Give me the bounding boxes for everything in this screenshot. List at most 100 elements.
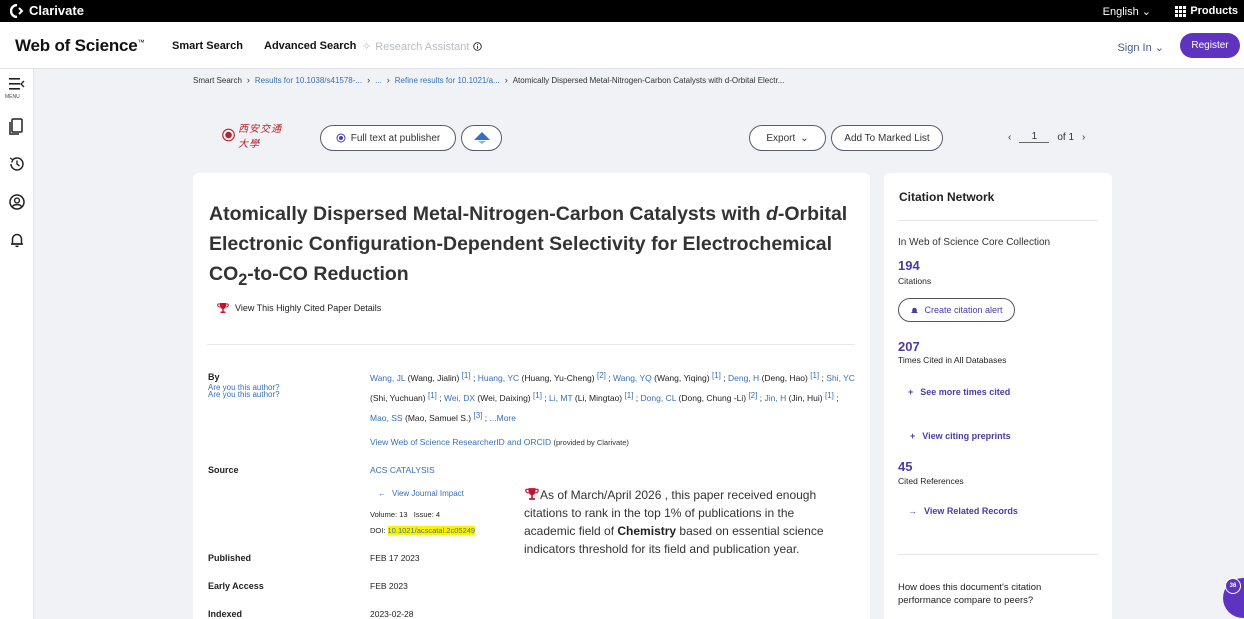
related-records-label: View Related Records xyxy=(924,506,1018,516)
history-icon[interactable] xyxy=(8,155,26,173)
chevron-left-icon[interactable]: ‹ xyxy=(1008,132,1011,143)
author-full-name: (Wang, Yiqing) xyxy=(654,373,710,383)
breadcrumb-collapsed[interactable]: ... xyxy=(375,76,382,85)
arrow-right-icon: → xyxy=(908,506,917,516)
products-menu[interactable]: Products xyxy=(1175,5,1238,17)
affiliation-ref[interactable]: [2] xyxy=(597,371,606,380)
research-assistant-label: Research Assistant xyxy=(375,40,470,53)
sign-in-menu[interactable]: Sign In ⌄ xyxy=(1117,41,1164,54)
clarivate-logo-icon xyxy=(10,3,24,18)
marked-list-icon[interactable] xyxy=(8,117,26,135)
doi-link[interactable]: 10.1021/acscatal.2c05249 xyxy=(387,526,476,535)
core-collection-label: In Web of Science Core Collection xyxy=(898,237,1051,248)
author-link[interactable]: Huang, YC xyxy=(478,373,519,383)
author-entry: Wang, JL (Wang, Jialin) [1] ; xyxy=(370,371,475,383)
author-link[interactable]: Wei, DX xyxy=(444,393,475,403)
citation-network-title: Citation Network xyxy=(899,190,995,204)
indexed-value: 2023-02-28 xyxy=(370,609,414,619)
volume-value: Volume: 13 xyxy=(370,510,408,519)
chevron-right-icon: › xyxy=(367,75,371,85)
author-link[interactable]: Wang, JL xyxy=(370,373,405,383)
profile-icon[interactable] xyxy=(8,193,26,211)
citations-count[interactable]: 194 xyxy=(898,258,920,273)
full-text-button[interactable]: Full text at publisher xyxy=(320,125,456,151)
bell-icon xyxy=(911,307,918,313)
researcher-id-link[interactable]: View Web of Science ResearcherID and ORC… xyxy=(370,437,551,447)
sparkle-icon: ✧ xyxy=(362,41,372,53)
author-full-name: (Jin, Hui) xyxy=(788,393,823,403)
researcher-id-line: View Web of Science ResearcherID and ORC… xyxy=(370,437,629,447)
affiliation-ref[interactable]: [3] xyxy=(474,411,483,420)
author-full-name: (Deng, Hao) xyxy=(761,373,808,383)
main-nav: Web of Science™ Smart Search Advanced Se… xyxy=(0,22,1244,69)
add-to-marked-list-button[interactable]: Add To Marked List xyxy=(831,125,943,151)
view-citing-preprints-link[interactable]: + View citing preprints xyxy=(910,431,1011,441)
notifications-bell-icon[interactable] xyxy=(8,231,26,249)
view-journal-impact-link[interactable]: ← View Journal Impact xyxy=(378,489,464,498)
chevron-right-icon: › xyxy=(504,75,508,85)
author-entry: Wei, DX (Wei, Daixing) [1] ; xyxy=(444,391,547,403)
research-assistant-link[interactable]: ✧ Research Assistant xyxy=(362,40,483,53)
author-entry: Huang, YC (Huang, Yu-Cheng) [2] ; xyxy=(478,371,611,383)
author-full-name: (Dong, Chung -Li) xyxy=(678,393,747,403)
title-subscript: 2 xyxy=(238,270,248,289)
author-separator: ; xyxy=(439,393,442,403)
title-d-orbital: d xyxy=(765,203,778,225)
breadcrumb-refine-results[interactable]: Refine results for 10.1021/a... xyxy=(395,76,500,85)
clarivate-brand[interactable]: Clarivate xyxy=(10,3,84,18)
published-label: Published xyxy=(208,553,252,563)
menu-icon[interactable] xyxy=(8,75,26,93)
record-title: Atomically Dispersed Metal-Nitrogen-Carb… xyxy=(209,199,859,295)
affiliation-ref[interactable]: [1] xyxy=(462,371,471,380)
page-of-label: of 1 xyxy=(1057,131,1075,143)
are-you-author-link[interactable]: Are you this author? xyxy=(208,391,280,399)
author-entry: Jin, H (Jin, Hui) [1] ; xyxy=(764,391,838,403)
affiliation-ref[interactable]: [1] xyxy=(533,391,542,400)
chevron-down-icon: ⌄ xyxy=(1141,6,1151,18)
upload-arrow-icon xyxy=(473,132,490,144)
highly-cited-link[interactable]: View This Highly Cited Paper Details xyxy=(217,302,381,314)
times-cited-count[interactable]: 207 xyxy=(898,339,920,354)
breadcrumb-results[interactable]: Results for 10.1038/s41578-... xyxy=(255,76,362,85)
see-more-times-cited-link[interactable]: + See more times cited xyxy=(908,387,1010,397)
author-link[interactable]: Deng, H xyxy=(728,373,759,383)
affiliation-ref[interactable]: [1] xyxy=(625,391,634,400)
affiliation-ref[interactable]: [1] xyxy=(825,391,834,400)
breadcrumb-smart-search[interactable]: Smart Search xyxy=(193,76,242,85)
more-authors-link[interactable]: ...More xyxy=(490,413,516,423)
affiliation-ref[interactable]: [1] xyxy=(428,391,437,400)
affiliation-ref[interactable]: [1] xyxy=(810,371,819,380)
affiliation-ref[interactable]: [1] xyxy=(712,371,721,380)
grid-icon xyxy=(1175,5,1187,17)
author-link[interactable]: Mao, SS xyxy=(370,413,403,423)
doi-line: DOI: 10.1021/acscatal.2c05249 xyxy=(370,526,476,535)
export-button[interactable]: Export ⌄ xyxy=(749,125,826,151)
register-button[interactable]: Register xyxy=(1180,33,1240,58)
author-link[interactable]: Wang, YQ xyxy=(613,373,652,383)
author-full-name: (Wei, Daixing) xyxy=(477,393,531,403)
chevron-down-icon: ⌄ xyxy=(1154,42,1164,54)
author-link[interactable]: Li, MT xyxy=(549,393,572,403)
page-input[interactable]: 1 xyxy=(1019,131,1050,143)
author-full-name: (Li, Mingtao) xyxy=(574,393,623,403)
author-link[interactable]: Dong, CL xyxy=(641,393,677,403)
web-of-science-logo[interactable]: Web of Science™ xyxy=(15,36,145,56)
upload-button[interactable] xyxy=(461,125,502,151)
affiliation-ref[interactable]: [2] xyxy=(748,391,757,400)
author-entry: Dong, CL (Dong, Chung -Li) [2] ; xyxy=(641,391,763,403)
university-logo[interactable]: 西安交通大學 xyxy=(222,124,286,150)
notification-count-badge: 36 xyxy=(1225,578,1241,594)
advanced-search-link[interactable]: Advanced Search xyxy=(264,40,356,52)
author-link[interactable]: Jin, H xyxy=(764,393,786,403)
smart-search-link[interactable]: Smart Search xyxy=(172,40,243,52)
title-part-3: -to-CO Reduction xyxy=(247,263,409,285)
view-related-records-link[interactable]: → View Related Records xyxy=(908,506,1018,516)
source-journal-link[interactable]: ACS CATALYSIS xyxy=(370,465,435,475)
language-selector[interactable]: English ⌄ xyxy=(1103,5,1151,18)
citation-performance-question: How does this document's citation perfor… xyxy=(898,582,1042,606)
author-link[interactable]: Shi, YC xyxy=(826,373,855,383)
cited-references-count[interactable]: 45 xyxy=(898,459,912,474)
chevron-right-icon[interactable]: › xyxy=(1082,132,1085,143)
info-icon[interactable] xyxy=(473,42,483,51)
create-citation-alert-button[interactable]: Create citation alert xyxy=(898,298,1015,322)
